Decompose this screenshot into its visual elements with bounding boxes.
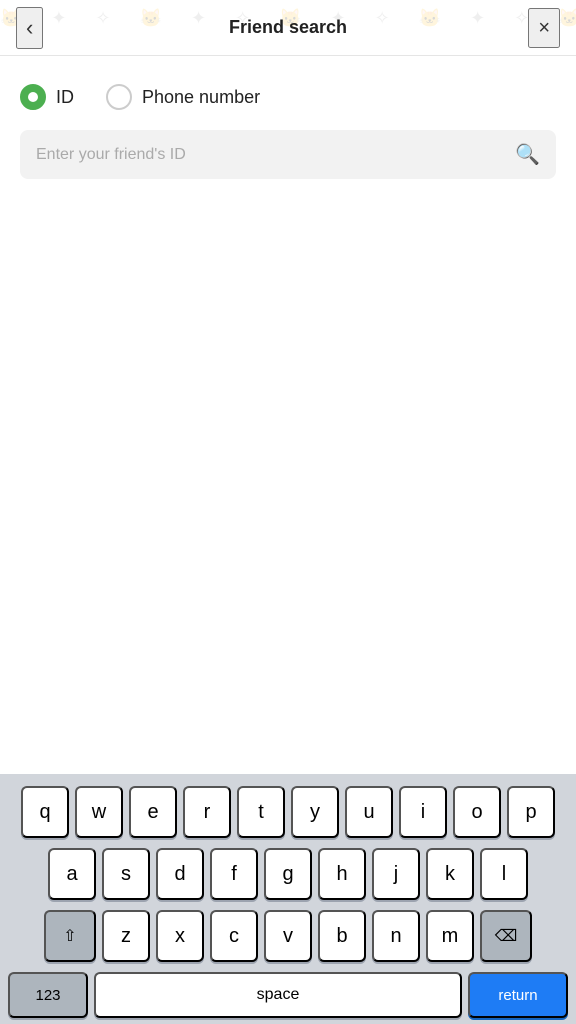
radio-label-id: ID [56, 87, 74, 108]
key-a[interactable]: a [48, 848, 96, 900]
key-s[interactable]: s [102, 848, 150, 900]
key-v[interactable]: v [264, 910, 312, 962]
key-c[interactable]: c [210, 910, 258, 962]
key-i[interactable]: i [399, 786, 447, 838]
key-x[interactable]: x [156, 910, 204, 962]
key-j[interactable]: j [372, 848, 420, 900]
radio-option-phone[interactable]: Phone number [106, 84, 260, 110]
key-l[interactable]: l [480, 848, 528, 900]
page-title: Friend search [229, 17, 347, 38]
key-b[interactable]: b [318, 910, 366, 962]
keyboard-bottom-row: 123 space return [4, 972, 572, 1018]
keyboard: q w e r t y u i o p a s d f g h j k l ⇧ … [0, 774, 576, 1024]
search-input[interactable] [36, 146, 515, 164]
search-container: 🔍 [20, 130, 556, 179]
key-space[interactable]: space [94, 972, 462, 1018]
radio-label-phone: Phone number [142, 87, 260, 108]
key-return[interactable]: return [468, 972, 568, 1018]
key-n[interactable]: n [372, 910, 420, 962]
key-o[interactable]: o [453, 786, 501, 838]
keyboard-row-1: q w e r t y u i o p [4, 786, 572, 838]
key-shift[interactable]: ⇧ [44, 910, 96, 962]
close-button[interactable]: × [528, 8, 560, 48]
key-u[interactable]: u [345, 786, 393, 838]
radio-option-id[interactable]: ID [20, 84, 74, 110]
key-q[interactable]: q [21, 786, 69, 838]
empty-area [20, 199, 556, 579]
key-t[interactable]: t [237, 786, 285, 838]
key-m[interactable]: m [426, 910, 474, 962]
radio-circle-phone [106, 84, 132, 110]
key-h[interactable]: h [318, 848, 366, 900]
key-backspace[interactable]: ⌫ [480, 910, 532, 962]
key-numbers[interactable]: 123 [8, 972, 88, 1018]
key-y[interactable]: y [291, 786, 339, 838]
key-w[interactable]: w [75, 786, 123, 838]
key-z[interactable]: z [102, 910, 150, 962]
keyboard-row-2: a s d f g h j k l [4, 848, 572, 900]
key-e[interactable]: e [129, 786, 177, 838]
key-r[interactable]: r [183, 786, 231, 838]
key-g[interactable]: g [264, 848, 312, 900]
key-d[interactable]: d [156, 848, 204, 900]
keyboard-row-3: ⇧ z x c v b n m ⌫ [4, 910, 572, 962]
radio-circle-id [20, 84, 46, 110]
search-icon: 🔍 [515, 142, 540, 167]
radio-group: ID Phone number [20, 84, 556, 110]
back-button[interactable]: ‹ [16, 7, 43, 49]
key-p[interactable]: p [507, 786, 555, 838]
header: ‹ Friend search × [0, 0, 576, 56]
key-f[interactable]: f [210, 848, 258, 900]
content-area: ID Phone number 🔍 [0, 56, 576, 579]
key-k[interactable]: k [426, 848, 474, 900]
